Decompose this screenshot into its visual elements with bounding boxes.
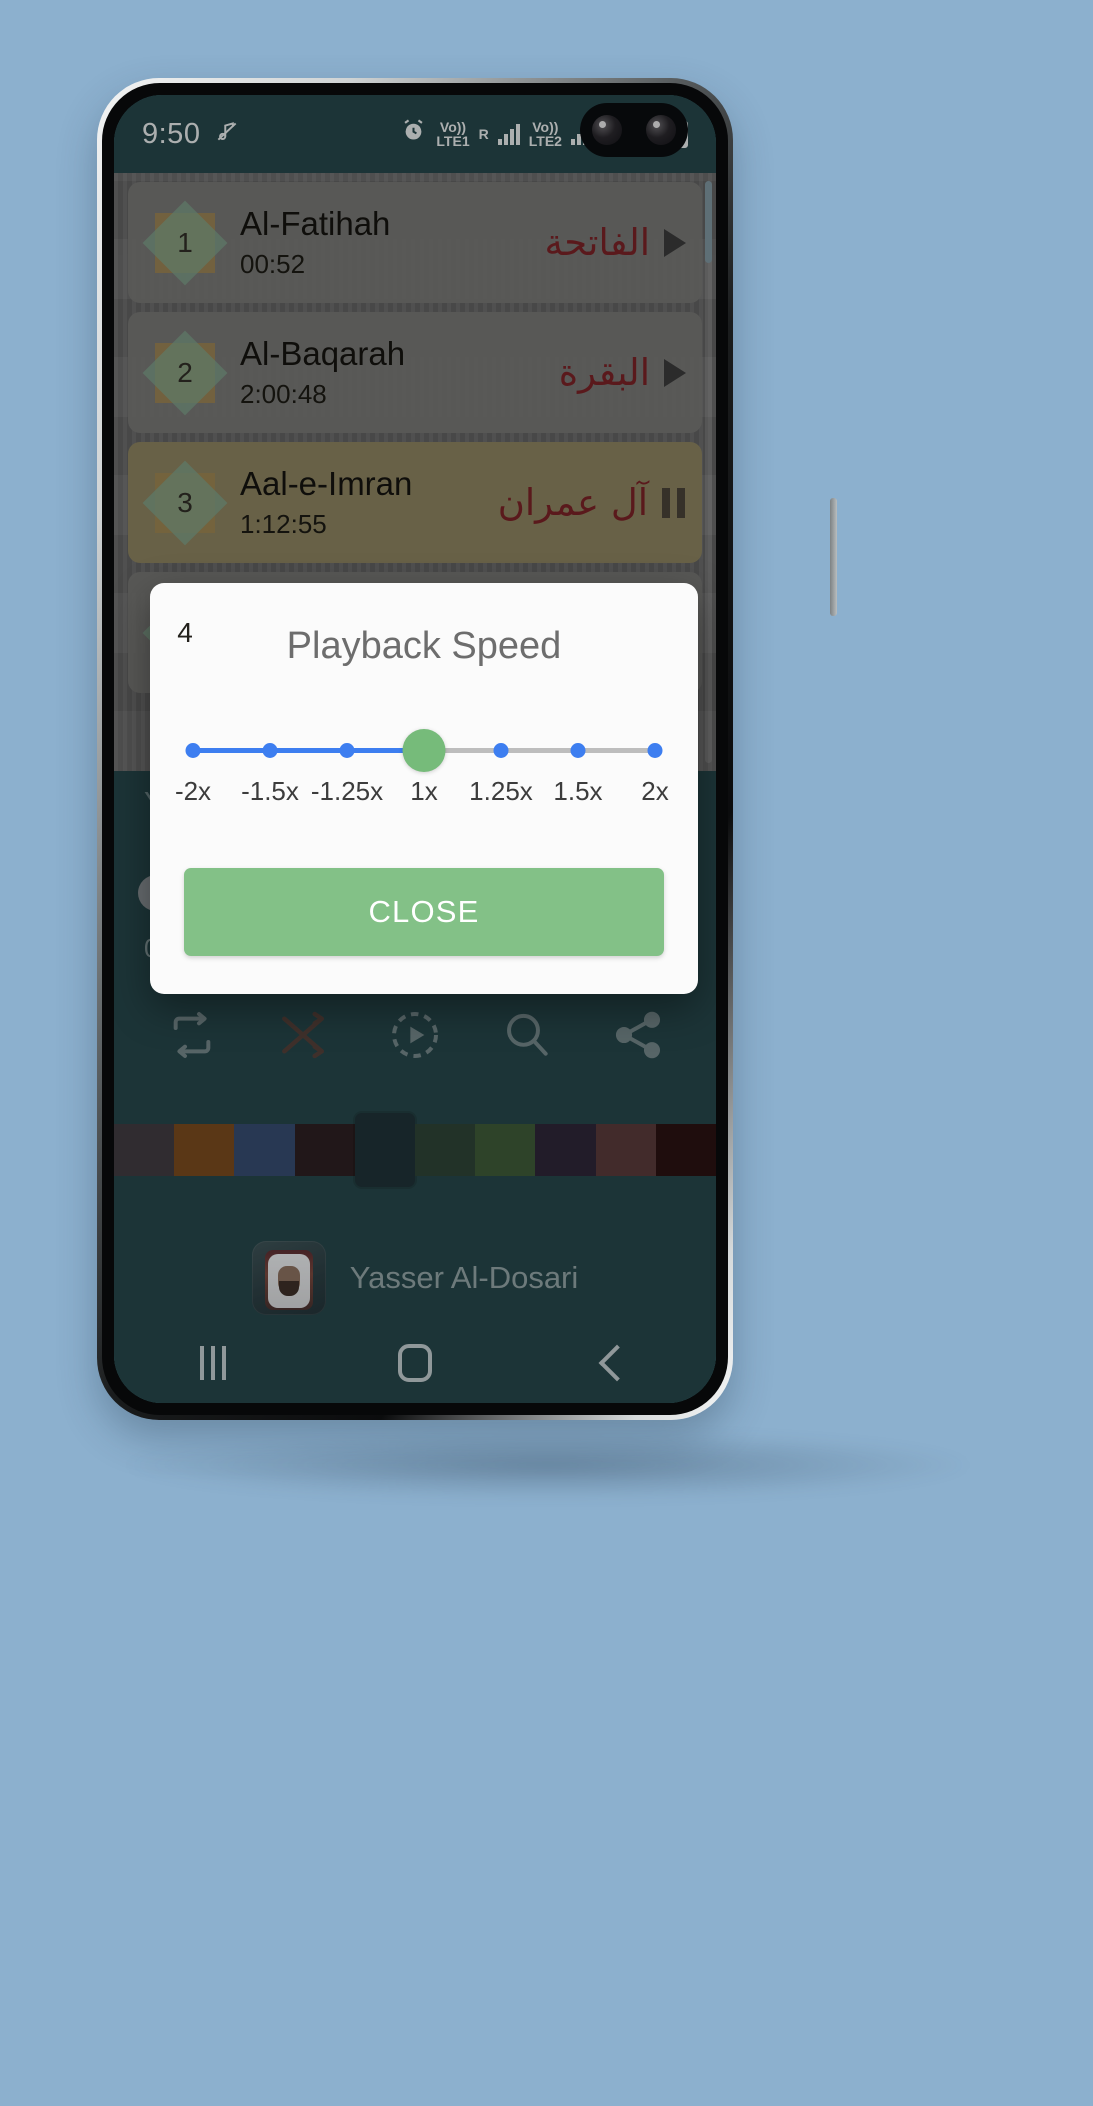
sim2-volte-indicator: Vo)) LTE2 xyxy=(529,120,562,148)
reciter-name: Yasser Al-Dosari xyxy=(349,1260,579,1295)
avatar xyxy=(251,1241,326,1315)
sim1-signal-bars-icon xyxy=(497,123,520,145)
theme-swatch-row[interactable] xyxy=(114,1113,716,1187)
slider-label: -1.5x xyxy=(241,776,299,806)
playback-speed-icon[interactable] xyxy=(387,1007,443,1063)
slider-label: 1.5x xyxy=(553,776,603,806)
surah-info: Al-Baqarah 2:00:48 xyxy=(240,335,559,411)
roaming-label: R xyxy=(478,126,489,142)
surah-number: 1 xyxy=(177,226,193,258)
slider-tick[interactable] xyxy=(493,743,509,758)
playback-speed-dialog: Playback Speed -2x -1.5x -1.25x 1x 1.25x… xyxy=(150,583,698,994)
surah-duration: 00:52 xyxy=(240,249,306,280)
surah-number-badge: 4 xyxy=(142,590,228,675)
punch-hole-camera xyxy=(580,103,688,157)
slider-label: 1.25x xyxy=(469,776,533,806)
sim1-volte-indicator: Vo)) LTE1 xyxy=(436,120,469,148)
phone-bezel: 9:50 Vo)) LTE1 R Vo)) LTE2 1 Al-Fatihah … xyxy=(102,83,728,1415)
avatar-beard xyxy=(278,1281,299,1296)
slider-tick[interactable] xyxy=(185,743,201,758)
clock: 9:50 xyxy=(142,117,201,150)
share-icon[interactable] xyxy=(610,1007,666,1063)
surah-number-badge: 2 xyxy=(142,330,228,415)
recents-icon[interactable] xyxy=(200,1346,226,1380)
play-icon[interactable] xyxy=(664,358,686,387)
theme-swatch[interactable] xyxy=(114,1124,175,1176)
slider-tick[interactable] xyxy=(339,743,355,758)
surah-info: Al-Fatihah 00:52 xyxy=(240,205,544,281)
theme-swatch[interactable] xyxy=(415,1124,476,1176)
slider-tick[interactable] xyxy=(570,743,586,758)
surah-info: Aal-e-Imran 1:12:55 xyxy=(240,465,498,541)
status-bar: 9:50 Vo)) LTE1 R Vo)) LTE2 xyxy=(114,95,716,173)
shuffle-icon[interactable] xyxy=(275,1007,331,1063)
home-icon[interactable] xyxy=(398,1344,432,1382)
player-tool-row xyxy=(114,1007,716,1063)
search-icon[interactable] xyxy=(499,1007,555,1063)
close-button[interactable]: CLOSE xyxy=(184,868,664,956)
surah-arabic-name: البقرة xyxy=(558,351,650,394)
surah-arabic-name: الفاتحة xyxy=(544,221,650,264)
theme-swatch-selected[interactable] xyxy=(354,1113,416,1187)
playback-speed-slider[interactable]: -2x -1.5x -1.25x 1x 1.25x 1.5x 2x xyxy=(175,726,669,816)
android-nav-bar xyxy=(114,1315,716,1403)
slider-tick[interactable] xyxy=(647,743,663,758)
slider-tick[interactable] xyxy=(262,743,278,758)
play-icon[interactable] xyxy=(664,228,686,257)
surah-number-badge: 3 xyxy=(142,460,228,545)
slider-fill xyxy=(193,748,424,753)
music-off-icon xyxy=(214,118,240,151)
status-bar-left: 9:50 xyxy=(142,118,240,151)
alarm-icon xyxy=(400,117,427,151)
back-icon[interactable] xyxy=(598,1344,636,1382)
camera-lens-left xyxy=(592,115,622,145)
theme-swatch[interactable] xyxy=(475,1124,536,1176)
theme-swatch[interactable] xyxy=(595,1124,656,1176)
power-button[interactable] xyxy=(830,498,837,616)
phone-device-frame: 9:50 Vo)) LTE1 R Vo)) LTE2 1 Al-Fatihah … xyxy=(97,78,837,1420)
table-row[interactable]: 2 Al-Baqarah 2:00:48 البقرة xyxy=(128,312,702,433)
page-title: Playback Speed xyxy=(286,625,562,667)
surah-number-badge: 1 xyxy=(142,200,228,285)
sim1-volte-top: Vo)) xyxy=(439,119,467,135)
sim1-volte-bottom: LTE1 xyxy=(436,133,470,149)
sim2-volte-bottom: LTE2 xyxy=(528,133,562,149)
table-row-active[interactable]: 3 Aal-e-Imran 1:12:55 آل عمران xyxy=(128,442,702,563)
pause-icon[interactable] xyxy=(662,487,686,518)
theme-swatch[interactable] xyxy=(174,1124,235,1176)
surah-duration: 1:12:55 xyxy=(240,509,327,540)
slider-thumb[interactable] xyxy=(402,729,446,772)
surah-number: 4 xyxy=(177,616,193,648)
screenshot-root: 9:50 Vo)) LTE1 R Vo)) LTE2 1 Al-Fatihah … xyxy=(0,0,1093,2106)
sim2-volte-top: Vo)) xyxy=(532,119,559,135)
roaming-indicator: R xyxy=(479,127,489,141)
surah-title: Aal-e-Imran xyxy=(240,464,413,502)
surah-title: Al-Baqarah xyxy=(240,334,406,372)
theme-swatch[interactable] xyxy=(234,1124,295,1176)
theme-swatch[interactable] xyxy=(535,1124,596,1176)
scrollbar-thumb[interactable] xyxy=(705,181,712,263)
phone-drop-shadow xyxy=(118,1430,978,1500)
camera-lens-right xyxy=(646,115,676,145)
slider-label: 1x xyxy=(410,776,438,806)
surah-arabic-name: آل عمران xyxy=(497,481,648,524)
slider-label: 2x xyxy=(641,776,669,806)
surah-number: 2 xyxy=(177,356,193,388)
slider-label: -1.25x xyxy=(310,776,384,806)
theme-swatch[interactable] xyxy=(294,1124,355,1176)
slider-label: -2x xyxy=(174,776,212,806)
surah-number: 3 xyxy=(177,486,193,518)
surah-duration: 2:00:48 xyxy=(240,379,327,410)
table-row[interactable]: 1 Al-Fatihah 00:52 الفاتحة xyxy=(128,182,702,303)
theme-swatch[interactable] xyxy=(655,1124,716,1176)
phone-screen: 9:50 Vo)) LTE1 R Vo)) LTE2 1 Al-Fatihah … xyxy=(114,95,716,1403)
scrollbar-track[interactable] xyxy=(705,181,712,763)
repeat-icon[interactable] xyxy=(164,1007,220,1063)
surah-title: Al-Fatihah xyxy=(240,204,391,242)
app-root: 9:50 Vo)) LTE1 R Vo)) LTE2 1 Al-Fatihah … xyxy=(114,95,716,1403)
